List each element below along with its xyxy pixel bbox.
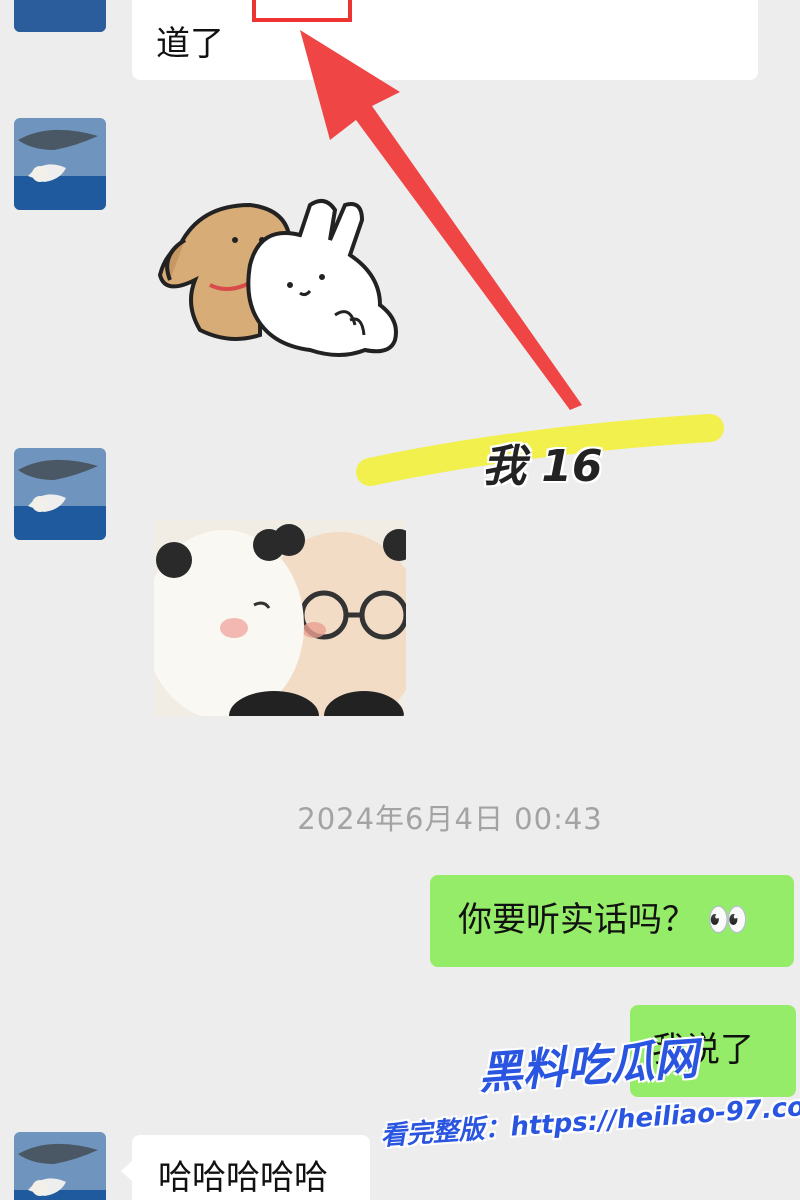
chat-timestamp: 2024年6月4日 00:43 [297, 802, 603, 836]
received-message-bubble[interactable]: 哈哈哈哈哈 [132, 1135, 370, 1200]
dolphin-avatar-icon[interactable] [14, 1132, 106, 1200]
message-text: 哈哈哈哈哈 [158, 1158, 328, 1198]
dolphin-avatar-icon[interactable] [14, 448, 106, 540]
annotation-label: 我 16 [482, 441, 603, 492]
eyes-emoji-icon: 👀 [706, 900, 750, 940]
sent-message-bubble[interactable]: 你要听实话吗？ 👀 [430, 875, 794, 967]
panda-and-bear-with-glasses-sticker[interactable] [154, 520, 406, 716]
message-text: 你要听实话吗？ [458, 900, 696, 940]
